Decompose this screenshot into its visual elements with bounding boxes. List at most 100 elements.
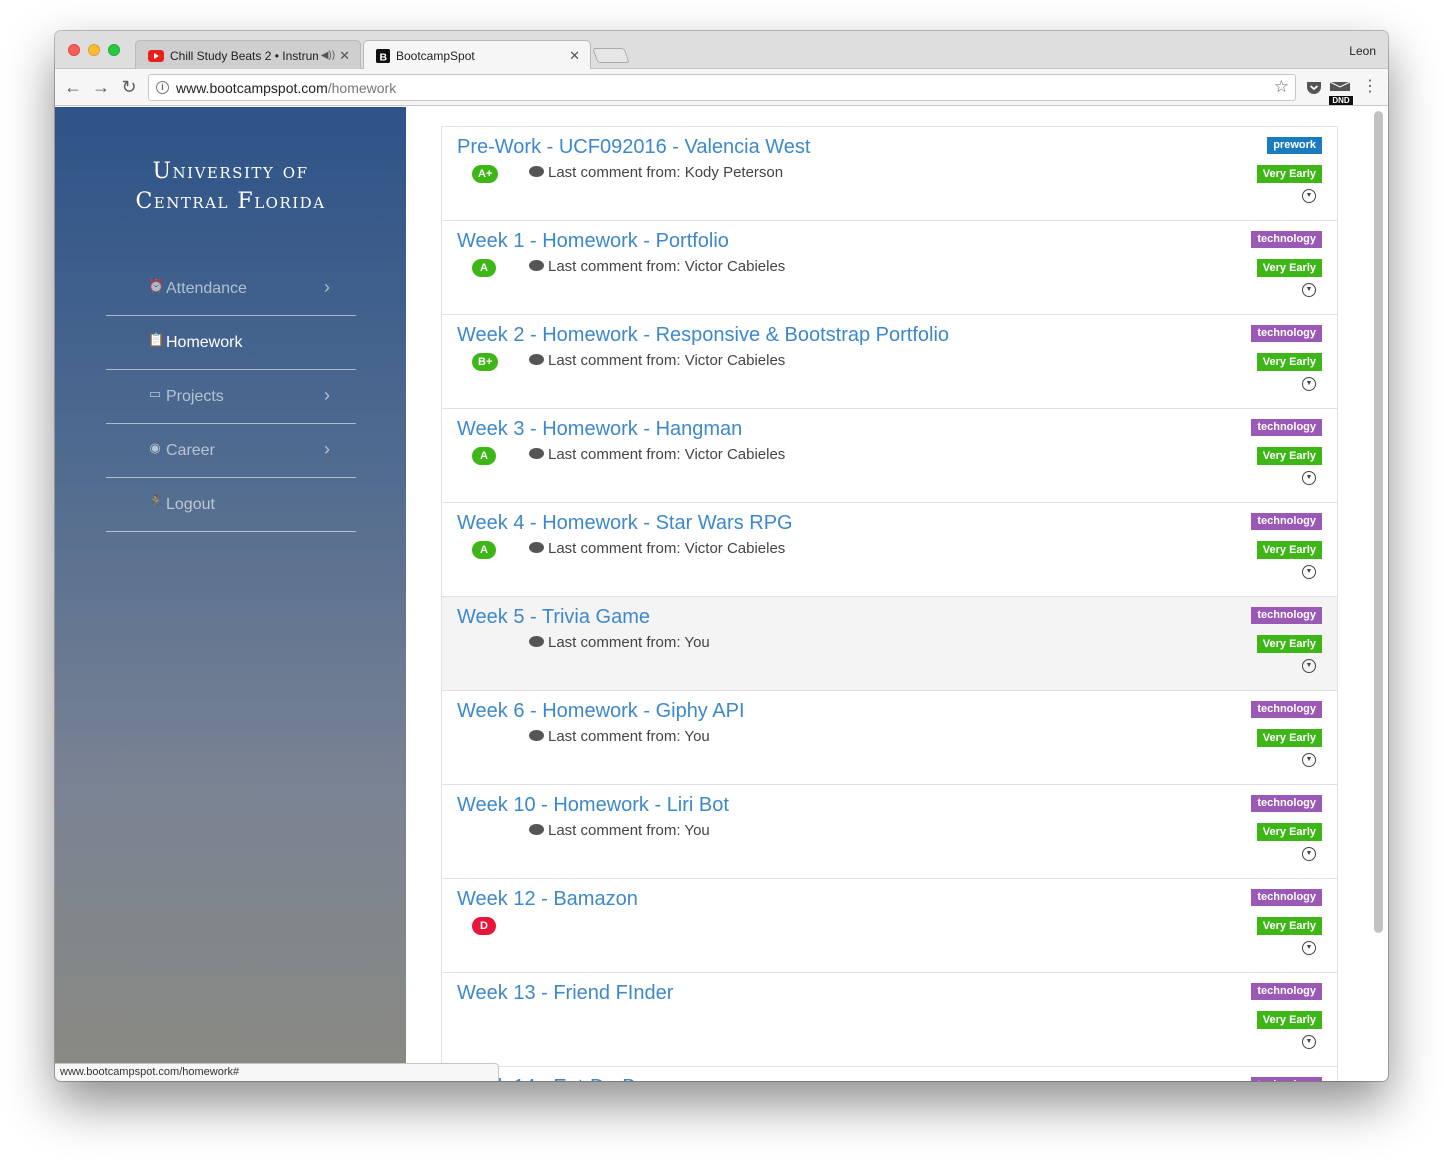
last-comment-text: Last comment from: You	[548, 822, 710, 839]
homework-title-link[interactable]: Week 1 - Homework - Portfolio	[457, 230, 729, 253]
tab-strip: Chill Study Beats 2 • Instrumental ◀)) ✕…	[55, 31, 1388, 70]
homework-row[interactable]: Week 6 - Homework - Giphy API Last commen…	[442, 691, 1337, 785]
expand-chevron-icon[interactable]: ▼	[1302, 565, 1316, 579]
grade-badge: A	[472, 541, 496, 559]
homework-title-link[interactable]: Week 6 - Homework - Giphy API	[457, 700, 745, 723]
homework-row[interactable]: Week 13 - Friend FInder technology Very Ea…	[442, 973, 1337, 1067]
status-bar-url: www.bootcampspot.com/homework#	[55, 1063, 499, 1081]
profile-name[interactable]: Leon	[1349, 44, 1376, 58]
homework-title-link[interactable]: Week 2 - Homework - Responsive & Bootstr…	[457, 324, 949, 347]
close-tab-icon[interactable]: ✕	[569, 48, 580, 64]
submission-status-badge: Very Early	[1256, 165, 1322, 183]
browser-toolbar: ← → ↻ i www.bootcampspot.com/homework ☆ …	[55, 69, 1388, 106]
expand-chevron-icon[interactable]: ▼	[1302, 847, 1316, 861]
last-comment: Last comment from: You	[529, 728, 710, 745]
expand-chevron-icon[interactable]: ▼	[1302, 753, 1316, 767]
sidebar-menu: ⏰ Attendance › 📋 Homework ▭ Projects › ◉…	[106, 262, 356, 532]
chevron-right-icon: ›	[324, 439, 330, 459]
close-window-button[interactable]	[68, 44, 80, 56]
homework-row[interactable]: Week 12 - Bamazon Dtechnology Very Early ▼	[442, 879, 1337, 973]
category-tag: technology	[1251, 607, 1322, 624]
last-comment-text: Last comment from: Victor Cabieles	[548, 446, 786, 463]
dnd-extension-icon[interactable]: DND	[1329, 78, 1353, 105]
last-comment: Last comment from: Kody Peterson	[529, 164, 783, 181]
homework-row[interactable]: Week 14 - Eat-Da-BurgertechnologyVery Ea…	[442, 1067, 1337, 1081]
running-man-icon: 🏃	[148, 494, 165, 509]
university-logo[interactable]: University of Central Florida	[55, 157, 406, 217]
youtube-icon	[148, 49, 164, 62]
category-tag: prework	[1267, 137, 1322, 154]
expand-chevron-icon[interactable]: ▼	[1302, 283, 1316, 297]
homework-row[interactable]: Week 3 - Homework - Hangman A Last comment…	[442, 409, 1337, 503]
comment-bubble-icon	[529, 448, 544, 459]
url-text: www.bootcampspot.com/homework	[176, 80, 397, 96]
last-comment-text: Last comment from: Victor Cabieles	[548, 352, 786, 369]
speaker-icon[interactable]: ◀))	[321, 50, 335, 61]
compass-icon: ◉	[149, 440, 161, 455]
expand-chevron-icon[interactable]: ▼	[1302, 189, 1316, 203]
scrollbar-thumb[interactable]	[1374, 111, 1383, 933]
sidebar-item-projects[interactable]: ▭ Projects ›	[106, 370, 356, 424]
address-bar[interactable]: i www.bootcampspot.com/homework ☆	[148, 74, 1296, 101]
bootcampspot-logo-icon: B	[376, 48, 390, 63]
grade-badge: D	[472, 917, 496, 935]
comment-bubble-icon	[529, 542, 544, 553]
maximize-window-button[interactable]	[108, 44, 120, 56]
sidebar-item-label: Career	[166, 441, 215, 459]
homework-title-link[interactable]: Week 4 - Homework - Star Wars RPG	[457, 512, 793, 535]
last-comment-text: Last comment from: Kody Peterson	[548, 164, 784, 181]
comment-bubble-icon	[529, 166, 544, 177]
homework-row[interactable]: Week 4 - Homework - Star Wars RPG A Last c…	[442, 503, 1337, 597]
homework-row[interactable]: Week 2 - Homework - Responsive & Bootstr…	[442, 315, 1337, 409]
browser-window: Chill Study Beats 2 • Instrumental ◀)) ✕…	[55, 31, 1388, 1081]
svg-text:B: B	[380, 51, 388, 63]
category-tag: technology	[1251, 231, 1322, 248]
expand-chevron-icon[interactable]: ▼	[1302, 377, 1316, 391]
sidebar-item-homework[interactable]: 📋 Homework	[106, 316, 356, 370]
minimize-window-button[interactable]	[88, 44, 100, 56]
info-icon[interactable]: i	[156, 81, 169, 94]
homework-list: Pre-Work - UCF092016 - Valencia West A+ La…	[441, 126, 1338, 1081]
category-tag: technology	[1251, 889, 1322, 906]
sidebar-item-label: Homework	[166, 333, 243, 351]
homework-row[interactable]: Pre-Work - UCF092016 - Valencia West A+ La…	[442, 127, 1337, 221]
grade-badge: A	[472, 447, 496, 465]
sidebar-item-attendance[interactable]: ⏰ Attendance ›	[106, 262, 356, 316]
bookmark-star-icon[interactable]: ☆	[1274, 77, 1289, 97]
last-comment: Last comment from: Victor Cabieles	[529, 258, 785, 275]
category-tag: technology	[1251, 325, 1322, 342]
close-tab-icon[interactable]: ✕	[339, 48, 350, 64]
submission-status-badge: Very Early	[1256, 917, 1322, 935]
homework-title-link[interactable]: Week 13 - Friend FInder	[457, 982, 673, 1005]
comment-bubble-icon	[529, 636, 544, 647]
submission-status-badge: Very Early	[1256, 259, 1322, 277]
forward-icon[interactable]: →	[91, 77, 111, 97]
tab-youtube[interactable]: Chill Study Beats 2 • Instrumental ◀)) ✕	[135, 40, 361, 70]
category-tag: technology	[1251, 701, 1322, 718]
pocket-icon[interactable]	[1306, 78, 1322, 96]
homework-row[interactable]: Week 10 - Homework - Liri Bot Last commen…	[442, 785, 1337, 879]
reload-icon[interactable]: ↻	[119, 77, 139, 97]
new-tab-button[interactable]	[592, 48, 630, 63]
homework-title-link[interactable]: Week 3 - Homework - Hangman	[457, 418, 742, 441]
homework-title-link[interactable]: Week 5 - Trivia Game	[457, 606, 650, 629]
back-icon[interactable]: ←	[63, 77, 83, 97]
tab-bootcampspot[interactable]: B BootcampSpot ✕	[363, 40, 591, 70]
sidebar-item-logout[interactable]: 🏃 Logout	[106, 478, 356, 532]
homework-row[interactable]: Week 5 - Trivia Game Last comment from: Y…	[442, 597, 1337, 691]
grade-badge: A+	[472, 165, 499, 183]
expand-chevron-icon[interactable]: ▼	[1302, 1035, 1316, 1049]
comment-bubble-icon	[529, 354, 544, 365]
homework-row[interactable]: Week 1 - Homework - Portfolio A Last comme…	[442, 221, 1337, 315]
alarm-clock-icon: ⏰	[148, 278, 165, 293]
sidebar-item-label: Logout	[166, 495, 215, 513]
homework-title-link[interactable]: Week 10 - Homework - Liri Bot	[457, 794, 729, 817]
menu-kebab-icon[interactable]: ⋮	[1360, 77, 1380, 97]
homework-title-link[interactable]: Week 12 - Bamazon	[457, 888, 638, 911]
expand-chevron-icon[interactable]: ▼	[1302, 659, 1316, 673]
expand-chevron-icon[interactable]: ▼	[1302, 471, 1316, 485]
window-icon: ▭	[148, 386, 162, 401]
homework-title-link[interactable]: Pre-Work - UCF092016 - Valencia West	[457, 136, 810, 159]
expand-chevron-icon[interactable]: ▼	[1302, 941, 1316, 955]
sidebar-item-career[interactable]: ◉ Career ›	[106, 424, 356, 478]
